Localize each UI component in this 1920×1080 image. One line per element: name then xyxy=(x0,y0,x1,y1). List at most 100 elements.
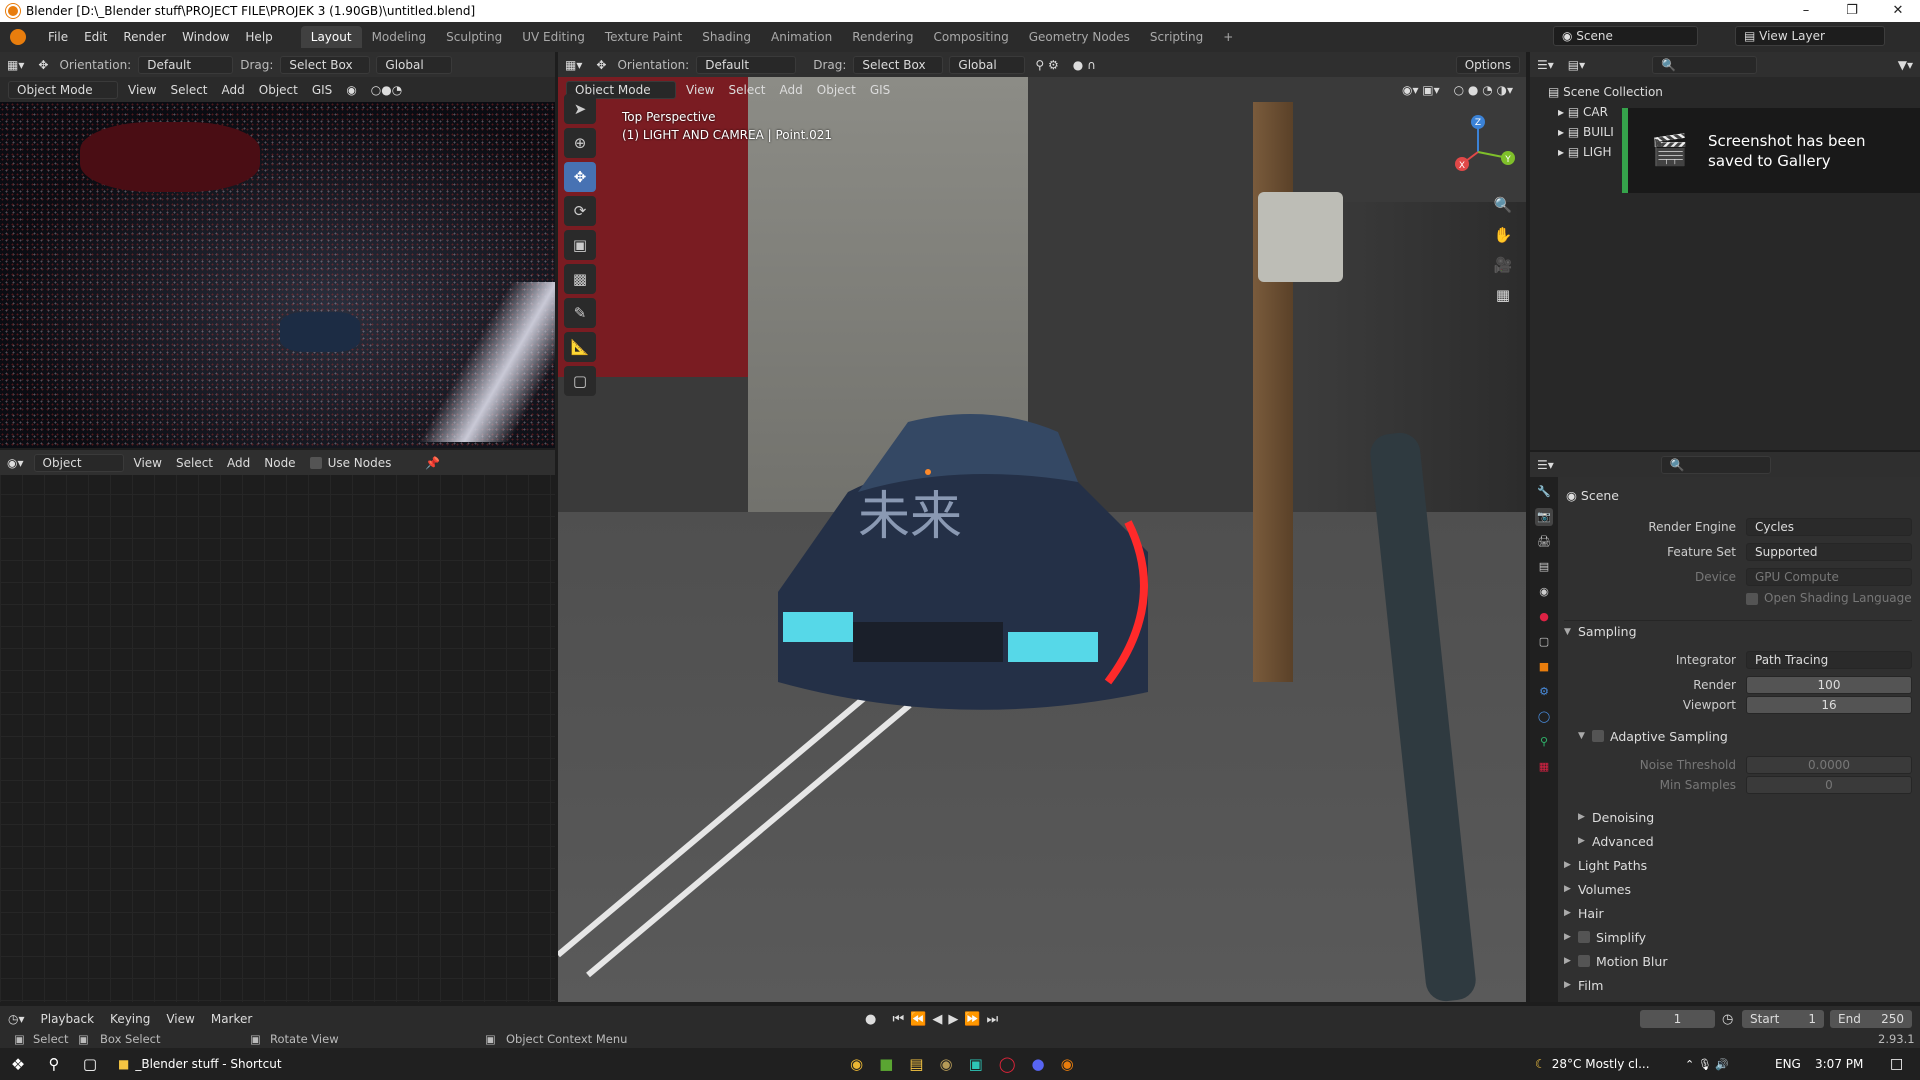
taskbar-clock[interactable]: 3:07 PM xyxy=(1815,1057,1863,1071)
tab-texture-paint[interactable]: Texture Paint xyxy=(595,26,692,48)
discord-icon[interactable]: ● xyxy=(1032,1055,1045,1073)
use-nodes-checkbox[interactable]: Use Nodes xyxy=(303,456,399,470)
tab-geometry-nodes[interactable]: Geometry Nodes xyxy=(1019,26,1140,48)
sampling-panel-header[interactable]: ▼ Sampling xyxy=(1564,620,1912,642)
blender-taskbar-icon[interactable]: ◉ xyxy=(1061,1055,1074,1073)
tab-animation[interactable]: Animation xyxy=(761,26,842,48)
chrome-icon[interactable]: ◉ xyxy=(850,1055,863,1073)
shading-solid-icon[interactable]: ○●◔ xyxy=(364,83,409,97)
main-transform-orientation-dropdown[interactable]: Global xyxy=(949,55,1026,74)
tab-scripting[interactable]: Scripting xyxy=(1140,26,1213,48)
adaptive-sampling-header[interactable]: ▼ Adaptive Sampling xyxy=(1578,725,1912,747)
integrator-dropdown[interactable]: Path Tracing xyxy=(1746,651,1912,669)
start-frame-field[interactable]: Start 1 xyxy=(1742,1010,1824,1028)
select-tool-icon[interactable]: ➤ xyxy=(564,94,596,124)
main-orientation-dropdown[interactable]: Default xyxy=(696,55,797,74)
rotate-tool-icon[interactable]: ⟳ xyxy=(564,196,596,226)
menu-edit[interactable]: Edit xyxy=(76,30,115,44)
world-tab-icon[interactable]: ● xyxy=(1535,608,1553,626)
menu-object[interactable]: Object xyxy=(252,83,305,97)
store-icon[interactable]: ▣ xyxy=(969,1055,983,1073)
osl-checkbox[interactable]: Open Shading Language xyxy=(1746,591,1912,605)
viewport-samples-field[interactable]: 16 xyxy=(1746,696,1912,714)
opera-icon[interactable]: ◯ xyxy=(999,1055,1016,1073)
menu-window[interactable]: Window xyxy=(174,30,237,44)
tab-compositing[interactable]: Compositing xyxy=(923,26,1018,48)
snap-icon[interactable]: ⚲ ⚙ xyxy=(1028,58,1065,72)
restore-icon[interactable]: ❐ xyxy=(1829,0,1875,22)
scene-collection-row[interactable]: ▤ Scene Collection xyxy=(1548,82,1663,102)
system-tray-icons[interactable]: ⌃ 🎙 🔊 xyxy=(1685,1058,1729,1071)
annotate-tool-icon[interactable]: ✎ xyxy=(564,298,596,328)
transform-tool-icon[interactable]: ▩ xyxy=(564,264,596,294)
add-workspace-button[interactable]: + xyxy=(1213,26,1243,48)
taskbar-app-blender-stuff[interactable]: ■ _Blender stuff - Shortcut xyxy=(108,1057,292,1071)
node-object-dropdown[interactable]: Object xyxy=(33,453,124,472)
output-tab-icon[interactable]: 🖨 xyxy=(1535,533,1553,551)
menu-view[interactable]: View xyxy=(121,83,163,97)
feature-set-dropdown[interactable]: Supported xyxy=(1746,543,1912,561)
film-header[interactable]: ▶ Film xyxy=(1564,974,1912,996)
keying-dropdown[interactable]: Keying xyxy=(102,1012,158,1026)
render-tab-icon[interactable]: 📷 xyxy=(1535,508,1553,526)
scale-tool-icon[interactable]: ▣ xyxy=(564,230,596,260)
scene-selector[interactable]: ◉ Scene xyxy=(1553,26,1698,46)
tab-sculpting[interactable]: Sculpting xyxy=(436,26,512,48)
main-menu-add[interactable]: Add xyxy=(773,83,810,97)
close-icon[interactable]: ✕ xyxy=(1875,0,1920,22)
main-menu-object[interactable]: Object xyxy=(810,83,863,97)
marker-menu[interactable]: Marker xyxy=(203,1012,260,1026)
device-dropdown[interactable]: GPU Compute xyxy=(1746,568,1912,586)
simplify-checkbox[interactable] xyxy=(1578,931,1590,943)
orientation-dropdown[interactable]: Default xyxy=(138,55,234,74)
current-frame-field[interactable]: 1 xyxy=(1640,1010,1715,1028)
viewport-overlays-icon[interactable]: ◉▾ ▣▾ xyxy=(1395,83,1447,97)
main-transform-gizmo-icon[interactable]: ✥ xyxy=(589,58,613,72)
node-editor-type-icon[interactable]: ◉▾ xyxy=(0,456,31,470)
screenshot-toast[interactable]: 🎬 Screenshot has been saved to Gallery xyxy=(1622,108,1920,193)
physics-tab-icon[interactable]: ◯ xyxy=(1535,708,1553,726)
viewport-shading-icon[interactable]: ○ ● ◔ ◑▾ xyxy=(1447,83,1520,97)
pan-hand-icon[interactable]: ✋ xyxy=(1490,222,1516,248)
scene-tab-icon[interactable]: ◉ xyxy=(1535,583,1553,601)
editor-type-icon[interactable]: ▦▾ xyxy=(0,58,31,72)
tool-tab-icon[interactable]: 🔧 xyxy=(1535,483,1553,501)
end-frame-field[interactable]: End 250 xyxy=(1830,1010,1912,1028)
navigation-gizmo[interactable]: X Y Z xyxy=(1438,112,1518,192)
timeline-editor-icon[interactable]: ◷▾ xyxy=(0,1012,33,1026)
object-tab-icon[interactable]: ■ xyxy=(1535,658,1553,676)
transform-orientation-dropdown[interactable]: Global xyxy=(376,55,453,74)
move-tool-icon[interactable]: ✥ xyxy=(564,162,596,192)
hair-header[interactable]: ▶ Hair xyxy=(1564,902,1912,924)
properties-search-input[interactable]: 🔍 xyxy=(1660,455,1771,474)
main-menu-view[interactable]: View xyxy=(679,83,721,97)
minecraft-icon[interactable]: ■ xyxy=(879,1055,893,1073)
zoom-icon[interactable]: 🔍 xyxy=(1490,192,1516,218)
measure-tool-icon[interactable]: 📐 xyxy=(564,332,596,362)
grid-toggle-icon[interactable]: ▦ xyxy=(1490,282,1516,308)
main-3d-viewport[interactable]: 未来 ▦▾ ✥ Orientation: Default Drag: Selec… xyxy=(558,52,1526,1002)
properties-editor-icon[interactable]: ☰▾ xyxy=(1530,458,1561,472)
outliner-search-input[interactable]: 🔍 xyxy=(1652,55,1758,74)
options-dropdown[interactable]: Options xyxy=(1455,55,1520,74)
app-icon[interactable]: ◉ xyxy=(939,1055,952,1073)
file-explorer-icon[interactable]: ▤ xyxy=(909,1055,923,1073)
playback-dropdown[interactable]: Playback xyxy=(33,1012,103,1026)
node-menu-add[interactable]: Add xyxy=(220,456,257,470)
denoising-header[interactable]: ▶ Denoising xyxy=(1578,806,1912,828)
view-layer-tab-icon[interactable]: ▤ xyxy=(1535,558,1553,576)
add-cube-tool-icon[interactable]: ▢ xyxy=(564,366,596,396)
render-engine-dropdown[interactable]: Cycles xyxy=(1746,518,1912,536)
outliner-editor-icon[interactable]: ☰▾ xyxy=(1530,58,1561,72)
main-drag-dropdown[interactable]: Select Box xyxy=(853,55,944,74)
motion-blur-checkbox[interactable] xyxy=(1578,955,1590,967)
tab-rendering[interactable]: Rendering xyxy=(842,26,923,48)
main-menu-select[interactable]: Select xyxy=(721,83,772,97)
transform-gizmo-icon[interactable]: ✥ xyxy=(31,58,55,72)
notifications-icon[interactable]: □ xyxy=(1890,1056,1903,1072)
camera-view-icon[interactable]: 🎥 xyxy=(1490,252,1516,278)
volumes-header[interactable]: ▶ Volumes xyxy=(1564,878,1912,900)
drag-dropdown[interactable]: Select Box xyxy=(280,55,371,74)
main-editor-type-icon[interactable]: ▦▾ xyxy=(558,58,589,72)
language-indicator[interactable]: ENG xyxy=(1775,1057,1801,1071)
